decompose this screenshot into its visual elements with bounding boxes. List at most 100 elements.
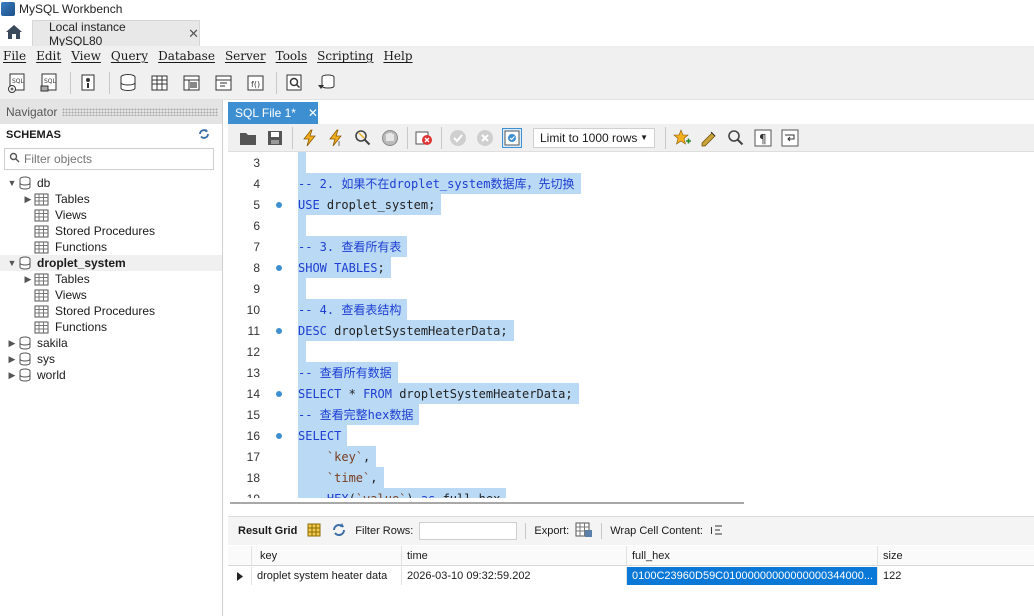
chevron-right-icon[interactable]: ▶ bbox=[6, 367, 18, 383]
tree-item-tables[interactable]: ▶ Tables bbox=[0, 271, 222, 287]
new-sql-tab-icon[interactable]: SQL bbox=[6, 71, 30, 95]
execute-icon[interactable] bbox=[299, 128, 319, 148]
limit-rows-select[interactable]: Limit to 1000 rows ▼ bbox=[533, 127, 655, 148]
word-wrap-icon[interactable] bbox=[780, 128, 800, 148]
invisible-characters-icon[interactable]: ¶ bbox=[753, 128, 773, 148]
commit-icon[interactable] bbox=[448, 128, 468, 148]
code-line[interactable]: 4 -- 2. 如果不在droplet_system数据库，先切换 bbox=[228, 173, 1034, 194]
autocommit-icon[interactable] bbox=[502, 127, 522, 148]
chevron-down-icon[interactable]: ▼ bbox=[6, 255, 18, 271]
menu-query[interactable]: Query bbox=[108, 49, 155, 63]
code-line[interactable]: 5 USE droplet_system; bbox=[228, 194, 1034, 215]
statement-marker[interactable] bbox=[260, 201, 298, 208]
code-line[interactable]: 14 SELECT * FROM dropletSystemHeaterData; bbox=[228, 383, 1034, 404]
statement-marker[interactable] bbox=[260, 390, 298, 397]
schema-sys[interactable]: ▶ sys bbox=[0, 351, 222, 367]
inspector-icon[interactable] bbox=[77, 71, 101, 95]
code-line[interactable]: 15 -- 查看完整hex数据 bbox=[228, 404, 1034, 425]
menu-tools[interactable]: Tools bbox=[273, 49, 315, 63]
export-icon[interactable] bbox=[575, 522, 593, 541]
horizontal-scrollbar[interactable] bbox=[228, 498, 1034, 508]
tree-item-functions[interactable]: Functions bbox=[0, 319, 222, 335]
open-sql-script-icon[interactable]: SQL bbox=[38, 71, 62, 95]
cell-time[interactable]: 2026-03-10 09:32:59.202 bbox=[402, 567, 627, 585]
save-icon[interactable] bbox=[265, 128, 285, 148]
open-file-icon[interactable] bbox=[238, 128, 258, 148]
code-line[interactable]: 18 `time`, bbox=[228, 467, 1034, 488]
wrap-cell-icon[interactable]: I bbox=[709, 523, 723, 540]
close-icon[interactable]: ✕ bbox=[188, 26, 199, 42]
schema-droplet-system[interactable]: ▼ droplet_system bbox=[0, 255, 222, 271]
menu-edit[interactable]: Edit bbox=[33, 49, 68, 63]
refresh-icon[interactable] bbox=[198, 128, 210, 143]
filter-rows-input[interactable] bbox=[419, 522, 518, 540]
tree-item-tables[interactable]: ▶ Tables bbox=[0, 191, 222, 207]
create-view-icon[interactable] bbox=[180, 71, 204, 95]
home-icon[interactable] bbox=[0, 18, 28, 46]
execute-current-icon[interactable]: I bbox=[326, 128, 346, 148]
chevron-right-icon[interactable]: ▶ bbox=[22, 191, 34, 207]
code-line[interactable]: 11 DESC dropletSystemHeaterData; bbox=[228, 320, 1034, 341]
result-grid-label[interactable]: Result Grid bbox=[238, 525, 297, 537]
chevron-right-icon[interactable]: ▶ bbox=[22, 271, 34, 287]
rollback-icon[interactable] bbox=[475, 128, 495, 148]
table-row[interactable]: droplet system heater data 2026-03-10 09… bbox=[228, 567, 1034, 585]
chevron-down-icon[interactable]: ▼ bbox=[6, 175, 18, 191]
code-line[interactable]: 3 bbox=[228, 152, 1034, 173]
scrollbar-thumb[interactable] bbox=[230, 502, 744, 504]
statement-marker[interactable] bbox=[260, 432, 298, 439]
schema-sakila[interactable]: ▶ sakila bbox=[0, 335, 222, 351]
menu-help[interactable]: Help bbox=[380, 49, 419, 63]
code-line[interactable]: 6 bbox=[228, 215, 1034, 236]
sql-code-editor[interactable]: 3 4 -- 2. 如果不在droplet_system数据库，先切换 5 USE dr… bbox=[228, 152, 1034, 498]
tree-item-views[interactable]: Views bbox=[0, 287, 222, 303]
refresh-icon[interactable] bbox=[331, 522, 347, 540]
tree-item-views[interactable]: Views bbox=[0, 207, 222, 223]
menu-scripting[interactable]: Scripting bbox=[314, 49, 380, 63]
column-header-time[interactable]: time bbox=[402, 546, 627, 565]
tree-item-stored-procedures[interactable]: Stored Procedures bbox=[0, 223, 222, 239]
menu-server[interactable]: Server bbox=[222, 49, 273, 63]
code-line[interactable]: 19 HEX(`value`) as full_hex bbox=[228, 488, 1034, 498]
schema-world[interactable]: ▶ world bbox=[0, 367, 222, 383]
cell-key[interactable]: droplet system heater data bbox=[252, 567, 402, 585]
create-procedure-icon[interactable] bbox=[212, 71, 236, 95]
menu-view[interactable]: View bbox=[68, 49, 108, 63]
code-line[interactable]: 8 SHOW TABLES; bbox=[228, 257, 1034, 278]
column-header-key[interactable]: key bbox=[252, 546, 402, 565]
toggle-error-icon[interactable] bbox=[414, 128, 434, 148]
grid-view-icon[interactable] bbox=[307, 523, 321, 540]
explain-icon[interactable] bbox=[353, 128, 373, 148]
code-line[interactable]: 17 `key`, bbox=[228, 446, 1034, 467]
create-schema-icon[interactable] bbox=[116, 71, 140, 95]
filter-objects-input[interactable] bbox=[24, 152, 204, 166]
sql-file-tab[interactable]: SQL File 1* ✕ bbox=[228, 102, 318, 124]
reconnect-icon[interactable] bbox=[315, 71, 339, 95]
column-header-size[interactable]: size bbox=[878, 546, 1034, 565]
statement-marker[interactable] bbox=[260, 264, 298, 271]
tree-item-stored-procedures[interactable]: Stored Procedures bbox=[0, 303, 222, 319]
code-line[interactable]: 9 bbox=[228, 278, 1034, 299]
create-table-icon[interactable] bbox=[148, 71, 172, 95]
cell-size[interactable]: 122 bbox=[878, 567, 1034, 585]
cell-full-hex[interactable]: 0100C23960D59C01000000000000000344000... bbox=[627, 567, 878, 585]
beautify-icon[interactable] bbox=[699, 128, 719, 148]
chevron-right-icon[interactable]: ▶ bbox=[6, 351, 18, 367]
code-line[interactable]: 7 -- 3. 查看所有表 bbox=[228, 236, 1034, 257]
schema-db[interactable]: ▼ db bbox=[0, 175, 222, 191]
menu-file[interactable]: File bbox=[0, 49, 33, 63]
chevron-right-icon[interactable]: ▶ bbox=[6, 335, 18, 351]
code-line[interactable]: 12 bbox=[228, 341, 1034, 362]
tree-item-functions[interactable]: Functions bbox=[0, 239, 222, 255]
filter-objects-box[interactable] bbox=[4, 148, 214, 170]
statement-marker[interactable] bbox=[260, 327, 298, 334]
create-function-icon[interactable]: f() bbox=[244, 71, 268, 95]
find-icon[interactable] bbox=[726, 128, 746, 148]
close-icon[interactable]: ✕ bbox=[308, 106, 318, 120]
code-line[interactable]: 13 -- 查看所有数据 bbox=[228, 362, 1034, 383]
column-header-full-hex[interactable]: full_hex bbox=[627, 546, 878, 565]
code-line[interactable]: 16 SELECT bbox=[228, 425, 1034, 446]
search-table-data-icon[interactable] bbox=[283, 71, 307, 95]
connection-tab[interactable]: Local instance MySQL80 ✕ bbox=[32, 20, 200, 48]
add-snippet-icon[interactable] bbox=[672, 128, 692, 148]
